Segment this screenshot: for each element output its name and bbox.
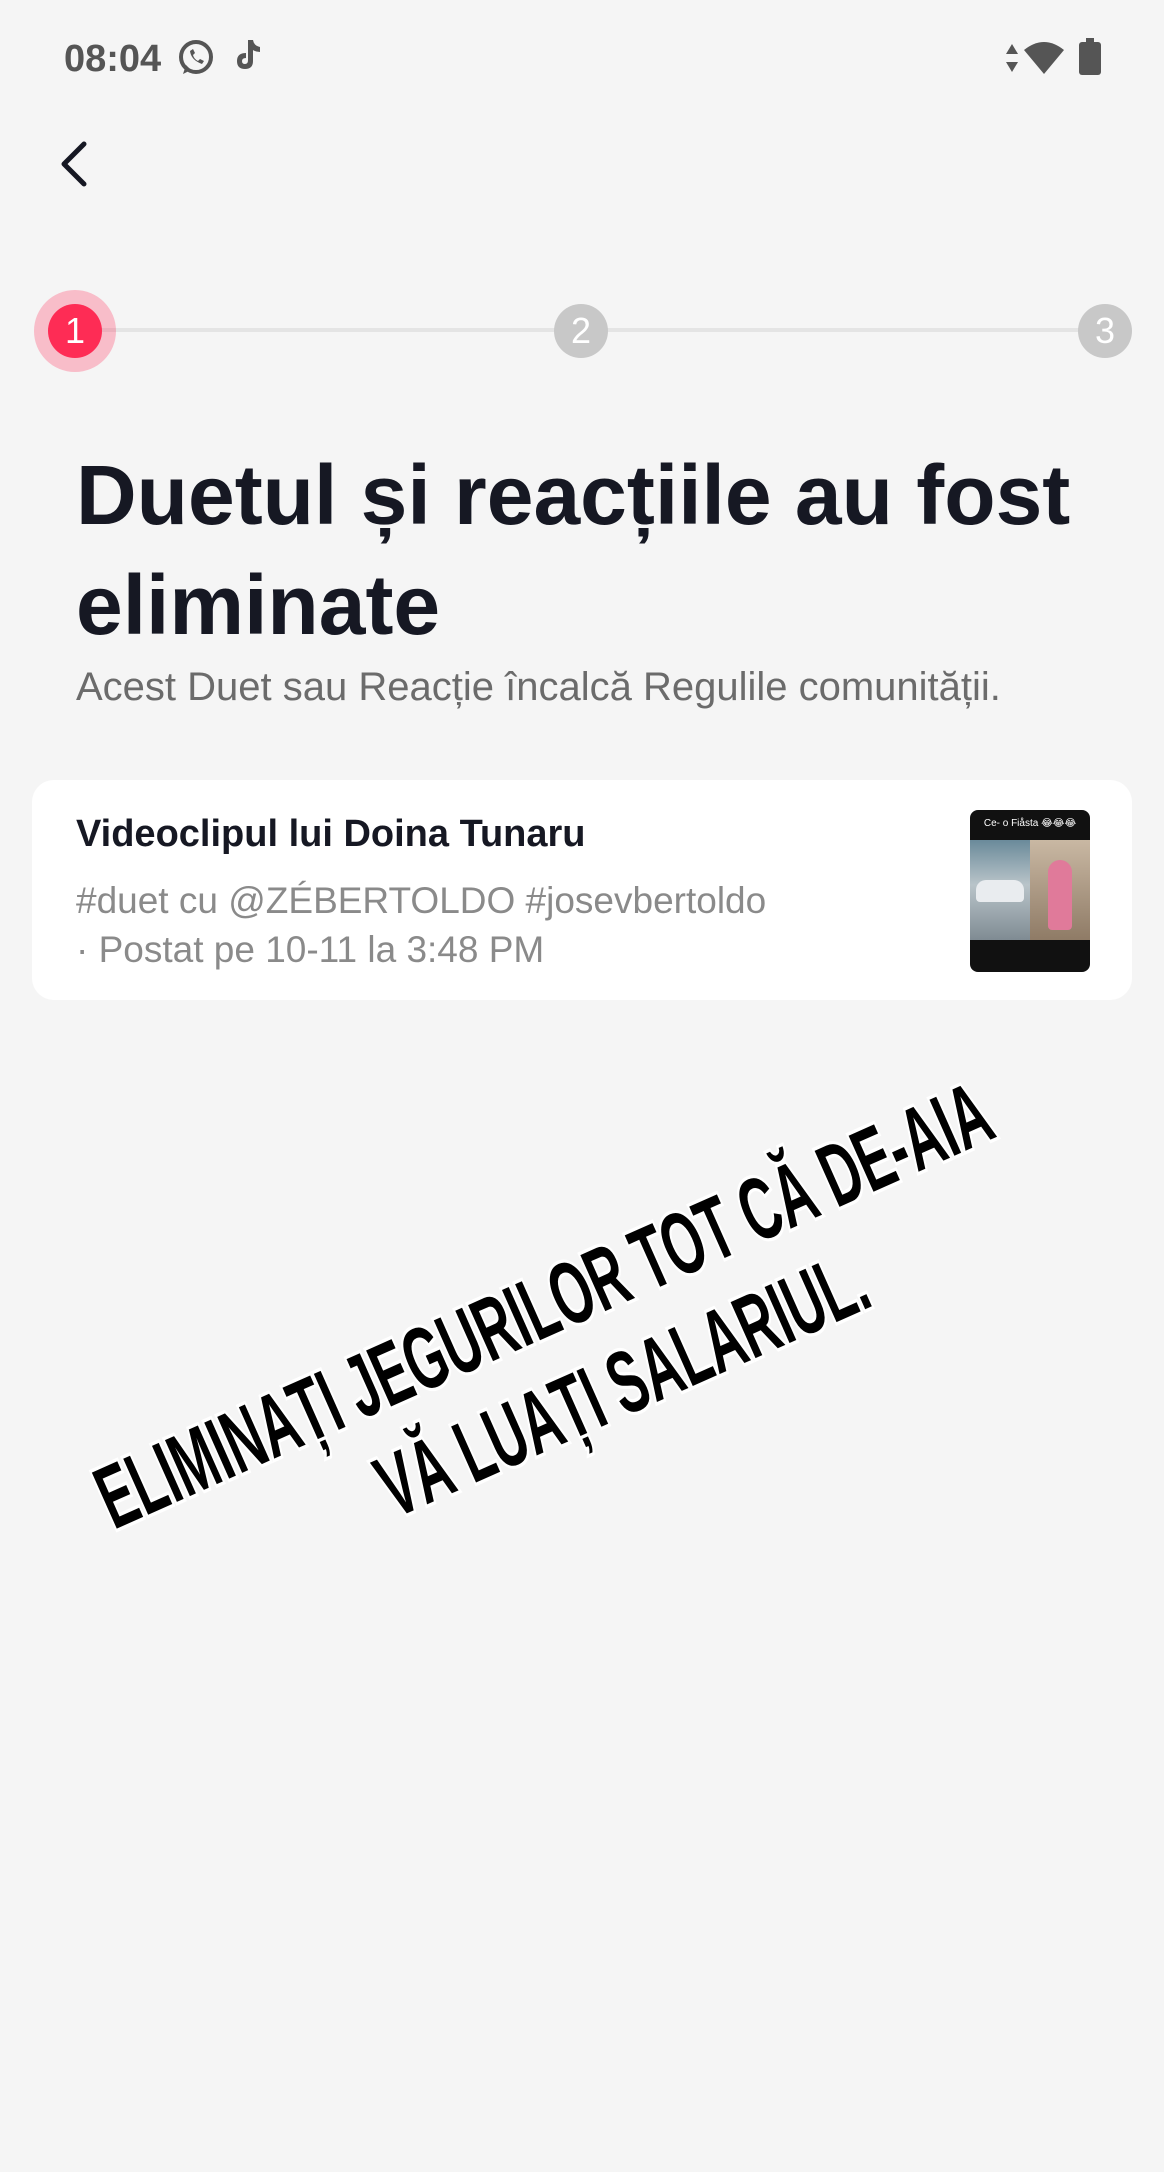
data-arrows-icon [1004, 42, 1020, 79]
step-2: 2 [554, 304, 608, 358]
chevron-left-icon [61, 141, 87, 187]
status-bar: 08:04 [0, 0, 1164, 120]
step-1: 1 [48, 304, 102, 358]
whatsapp-icon [176, 38, 216, 83]
progress-stepper: 1 2 3 [30, 284, 1140, 374]
status-time: 08:04 [64, 38, 162, 80]
video-card-posted: · Postat pe 10-11 la 3:48 PM [76, 929, 545, 970]
video-card[interactable]: Videoclipul lui Doina Tunaru #duet cu @Z… [32, 780, 1132, 1000]
overlay-caption: ELIMINAȚI JEGURILOR TOT CĂ DE-AIA VĂ LUA… [80, 1061, 1009, 1551]
page-title: Duetul și reacțiile au fost eliminate [76, 448, 1071, 652]
thumbnail-caption: Ce- o Fiåsta 😂😂😂 [983, 818, 1077, 829]
battery-icon [1078, 38, 1102, 81]
tiktok-icon [234, 38, 264, 77]
page-subtitle: Acest Duet sau Reacție încalcă Regulile … [76, 665, 1001, 709]
back-button[interactable] [44, 132, 108, 196]
thumbnail-person [1048, 860, 1072, 930]
step-3: 3 [1078, 304, 1132, 358]
thumbnail-car [976, 880, 1024, 902]
video-card-title: Videoclipul lui Doina Tunaru [76, 813, 586, 855]
video-thumbnail[interactable]: Ce- o Fiåsta 😂😂😂 [970, 810, 1090, 972]
video-card-hashtags: #duet cu @ZÉBERTOLDO #josevbertoldo [76, 880, 767, 921]
video-card-description: #duet cu @ZÉBERTOLDO #josevbertoldo · Po… [76, 876, 896, 974]
wifi-icon [1022, 40, 1066, 81]
